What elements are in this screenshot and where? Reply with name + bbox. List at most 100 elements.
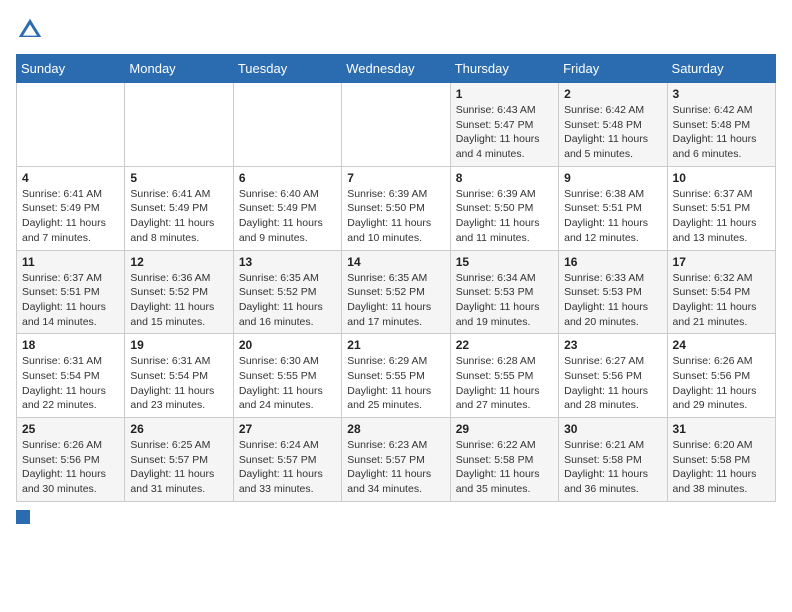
- day-number: 13: [239, 255, 336, 269]
- calendar-cell: 21Sunrise: 6:29 AMSunset: 5:55 PMDayligh…: [342, 334, 450, 418]
- calendar-cell: 31 Sunrise: 6:20 AMSunset: 5:58 PMDayligh…: [667, 418, 775, 502]
- day-info: Sunrise: 6:37 AMSunset: 5:51 PMDaylight:…: [22, 271, 119, 330]
- calendar-cell: [125, 83, 233, 167]
- calendar-cell: 1Sunrise: 6:43 AMSunset: 5:47 PMDaylight…: [450, 83, 558, 167]
- calendar-cell: 29 Sunrise: 6:22 AMSunset: 5:58 PMDayligh…: [450, 418, 558, 502]
- day-number: 29: [456, 422, 553, 436]
- weekday-header-wednesday: Wednesday: [342, 55, 450, 83]
- day-number: 16: [564, 255, 661, 269]
- day-number: 25: [22, 422, 119, 436]
- calendar-cell: 27 Sunrise: 6:24 AMSunset: 5:57 PMDayligh…: [233, 418, 341, 502]
- day-info: Sunrise: 6:36 AMSunset: 5:52 PMDaylight:…: [130, 271, 227, 330]
- day-number: 10: [673, 171, 770, 185]
- logo-icon: [16, 16, 44, 44]
- calendar-cell: 13 Sunrise: 6:35 AMSunset: 5:52 PMDayligh…: [233, 250, 341, 334]
- calendar-cell: 9 Sunrise: 6:38 AMSunset: 5:51 PMDaylight…: [559, 166, 667, 250]
- day-info: Sunrise: 6:39 AMSunset: 5:50 PMDaylight:…: [456, 187, 553, 246]
- weekday-header-saturday: Saturday: [667, 55, 775, 83]
- week-row-4: 18 Sunrise: 6:31 AMSunset: 5:54 PMDayligh…: [17, 334, 776, 418]
- day-number: 26: [130, 422, 227, 436]
- calendar: SundayMondayTuesdayWednesdayThursdayFrid…: [16, 54, 776, 502]
- weekday-header-row: SundayMondayTuesdayWednesdayThursdayFrid…: [17, 55, 776, 83]
- day-number: 7: [347, 171, 444, 185]
- week-row-2: 4 Sunrise: 6:41 AMSunset: 5:49 PMDaylight…: [17, 166, 776, 250]
- day-info: Sunrise: 6:42 AMSunset: 5:48 PMDaylight:…: [673, 103, 770, 162]
- week-row-3: 11Sunrise: 6:37 AMSunset: 5:51 PMDayligh…: [17, 250, 776, 334]
- day-info: Sunrise: 6:27 AMSunset: 5:56 PMDaylight:…: [564, 354, 661, 413]
- calendar-cell: [17, 83, 125, 167]
- calendar-cell: 20 Sunrise: 6:30 AMSunset: 5:55 PMDayligh…: [233, 334, 341, 418]
- calendar-cell: 17 Sunrise: 6:32 AMSunset: 5:54 PMDayligh…: [667, 250, 775, 334]
- day-info: Sunrise: 6:30 AMSunset: 5:55 PMDaylight:…: [239, 354, 336, 413]
- calendar-cell: 26 Sunrise: 6:25 AMSunset: 5:57 PMDayligh…: [125, 418, 233, 502]
- calendar-cell: 4 Sunrise: 6:41 AMSunset: 5:49 PMDaylight…: [17, 166, 125, 250]
- calendar-cell: 8 Sunrise: 6:39 AMSunset: 5:50 PMDaylight…: [450, 166, 558, 250]
- day-number: 27: [239, 422, 336, 436]
- calendar-cell: 24Sunrise: 6:26 AMSunset: 5:56 PMDayligh…: [667, 334, 775, 418]
- day-number: 9: [564, 171, 661, 185]
- day-number: 8: [456, 171, 553, 185]
- day-info: Sunrise: 6:33 AMSunset: 5:53 PMDaylight:…: [564, 271, 661, 330]
- calendar-cell: 11Sunrise: 6:37 AMSunset: 5:51 PMDayligh…: [17, 250, 125, 334]
- day-info: Sunrise: 6:21 AMSunset: 5:58 PMDaylight:…: [564, 438, 661, 497]
- day-info: Sunrise: 6:35 AMSunset: 5:52 PMDaylight:…: [347, 271, 444, 330]
- day-number: 12: [130, 255, 227, 269]
- day-number: 17: [673, 255, 770, 269]
- calendar-cell: 14 Sunrise: 6:35 AMSunset: 5:52 PMDayligh…: [342, 250, 450, 334]
- calendar-cell: 10Sunrise: 6:37 AMSunset: 5:51 PMDayligh…: [667, 166, 775, 250]
- day-number: 6: [239, 171, 336, 185]
- day-number: 28: [347, 422, 444, 436]
- weekday-header-sunday: Sunday: [17, 55, 125, 83]
- day-number: 21: [347, 338, 444, 352]
- day-info: Sunrise: 6:41 AMSunset: 5:49 PMDaylight:…: [130, 187, 227, 246]
- calendar-cell: 30Sunrise: 6:21 AMSunset: 5:58 PMDayligh…: [559, 418, 667, 502]
- day-info: Sunrise: 6:22 AMSunset: 5:58 PMDaylight:…: [456, 438, 553, 497]
- calendar-cell: 5 Sunrise: 6:41 AMSunset: 5:49 PMDaylight…: [125, 166, 233, 250]
- calendar-cell: [342, 83, 450, 167]
- day-info: Sunrise: 6:20 AMSunset: 5:58 PMDaylight:…: [673, 438, 770, 497]
- day-number: 3: [673, 87, 770, 101]
- weekday-header-thursday: Thursday: [450, 55, 558, 83]
- day-number: 14: [347, 255, 444, 269]
- calendar-cell: 25 Sunrise: 6:26 AMSunset: 5:56 PMDayligh…: [17, 418, 125, 502]
- calendar-cell: 28Sunrise: 6:23 AMSunset: 5:57 PMDayligh…: [342, 418, 450, 502]
- calendar-cell: 12 Sunrise: 6:36 AMSunset: 5:52 PMDayligh…: [125, 250, 233, 334]
- day-info: Sunrise: 6:38 AMSunset: 5:51 PMDaylight:…: [564, 187, 661, 246]
- day-info: Sunrise: 6:28 AMSunset: 5:55 PMDaylight:…: [456, 354, 553, 413]
- day-info: Sunrise: 6:39 AMSunset: 5:50 PMDaylight:…: [347, 187, 444, 246]
- calendar-cell: 18 Sunrise: 6:31 AMSunset: 5:54 PMDayligh…: [17, 334, 125, 418]
- day-info: Sunrise: 6:32 AMSunset: 5:54 PMDaylight:…: [673, 271, 770, 330]
- day-info: Sunrise: 6:24 AMSunset: 5:57 PMDaylight:…: [239, 438, 336, 497]
- day-info: Sunrise: 6:35 AMSunset: 5:52 PMDaylight:…: [239, 271, 336, 330]
- day-info: Sunrise: 6:41 AMSunset: 5:49 PMDaylight:…: [22, 187, 119, 246]
- calendar-cell: 16 Sunrise: 6:33 AMSunset: 5:53 PMDayligh…: [559, 250, 667, 334]
- week-row-5: 25 Sunrise: 6:26 AMSunset: 5:56 PMDayligh…: [17, 418, 776, 502]
- calendar-cell: 22 Sunrise: 6:28 AMSunset: 5:55 PMDayligh…: [450, 334, 558, 418]
- day-number: 18: [22, 338, 119, 352]
- day-info: Sunrise: 6:26 AMSunset: 5:56 PMDaylight:…: [673, 354, 770, 413]
- calendar-cell: 2 Sunrise: 6:42 AMSunset: 5:48 PMDaylight…: [559, 83, 667, 167]
- logo: [16, 16, 48, 44]
- day-number: 5: [130, 171, 227, 185]
- day-info: Sunrise: 6:42 AMSunset: 5:48 PMDaylight:…: [564, 103, 661, 162]
- day-info: Sunrise: 6:31 AMSunset: 5:54 PMDaylight:…: [130, 354, 227, 413]
- legend: [16, 510, 776, 524]
- day-number: 15: [456, 255, 553, 269]
- day-number: 31: [673, 422, 770, 436]
- calendar-cell: 7 Sunrise: 6:39 AMSunset: 5:50 PMDaylight…: [342, 166, 450, 250]
- day-info: Sunrise: 6:26 AMSunset: 5:56 PMDaylight:…: [22, 438, 119, 497]
- day-info: Sunrise: 6:25 AMSunset: 5:57 PMDaylight:…: [130, 438, 227, 497]
- calendar-cell: [233, 83, 341, 167]
- day-info: Sunrise: 6:31 AMSunset: 5:54 PMDaylight:…: [22, 354, 119, 413]
- week-row-1: 1Sunrise: 6:43 AMSunset: 5:47 PMDaylight…: [17, 83, 776, 167]
- day-number: 20: [239, 338, 336, 352]
- weekday-header-monday: Monday: [125, 55, 233, 83]
- page-header: [16, 16, 776, 44]
- calendar-cell: 23 Sunrise: 6:27 AMSunset: 5:56 PMDayligh…: [559, 334, 667, 418]
- day-number: 4: [22, 171, 119, 185]
- day-number: 22: [456, 338, 553, 352]
- day-number: 2: [564, 87, 661, 101]
- day-number: 23: [564, 338, 661, 352]
- calendar-cell: 6Sunrise: 6:40 AMSunset: 5:49 PMDaylight…: [233, 166, 341, 250]
- legend-box: [16, 510, 30, 524]
